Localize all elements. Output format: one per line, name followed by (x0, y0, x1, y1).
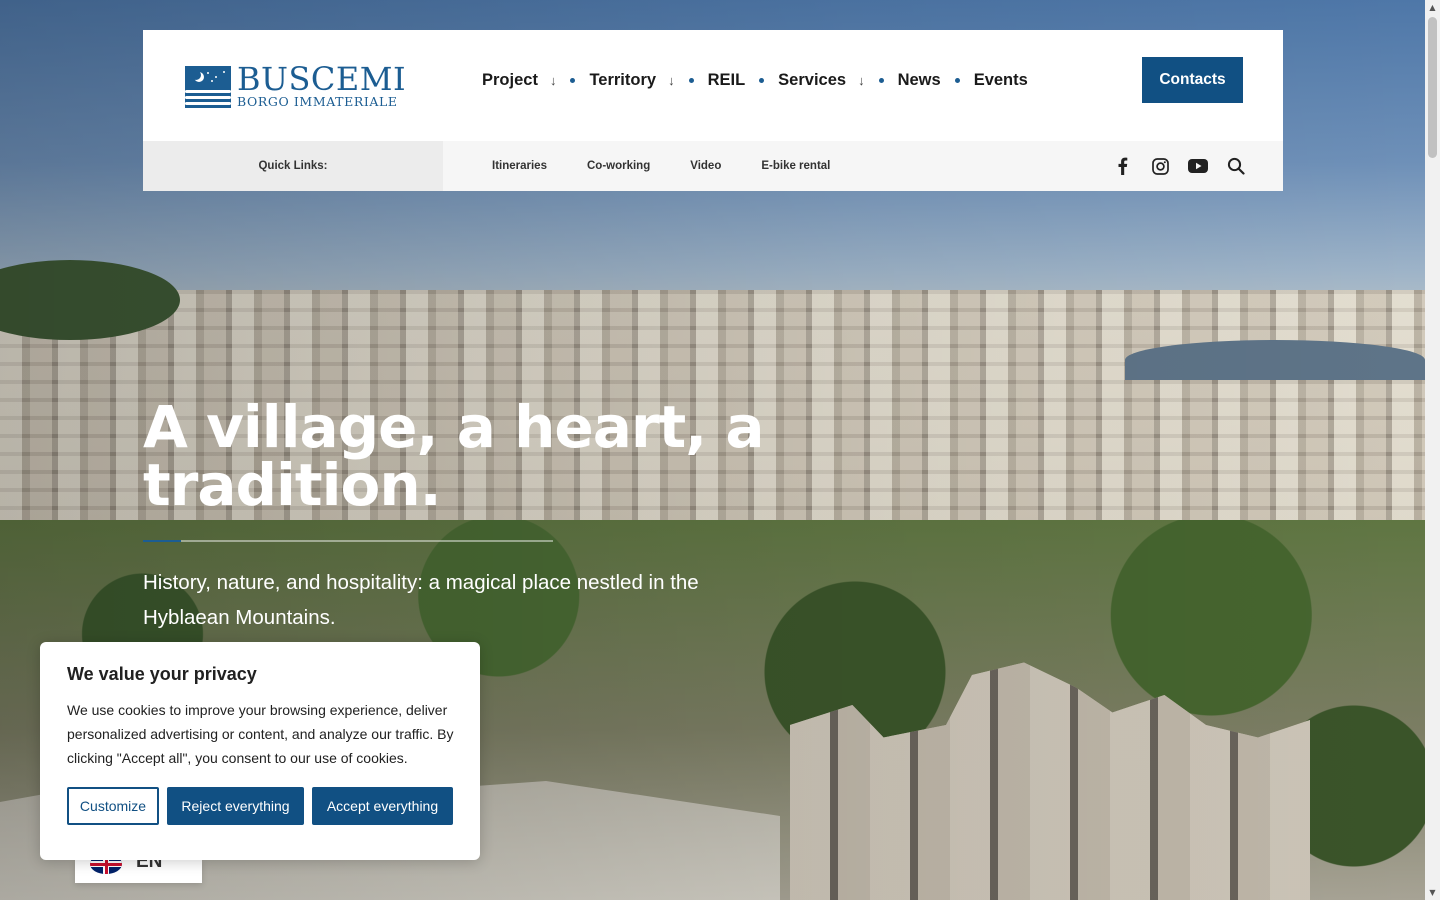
quick-link-video[interactable]: Video (690, 160, 721, 172)
quick-links-label: Quick Links: (143, 141, 443, 191)
logo-subtitle: BORGO IMMATERIALE (237, 94, 398, 109)
quick-link-e-bike-rental[interactable]: E-bike rental (761, 160, 830, 172)
nav-separator-dot (954, 77, 960, 83)
scroll-down-icon[interactable]: ▼ (1425, 885, 1440, 900)
nav-item-label: Territory (589, 70, 657, 89)
nav-item-events[interactable]: Events (974, 71, 1028, 90)
main-navigation: Project ↓ Territory ↓ REIL Services ↓ Ne… (482, 68, 1028, 92)
nav-item-project[interactable]: Project ↓ (482, 71, 556, 90)
youtube-icon[interactable] (1186, 154, 1210, 178)
logo-title: BUSCEMI (237, 60, 407, 98)
hero-divider (143, 540, 553, 542)
reject-all-button[interactable]: Reject everything (167, 787, 304, 825)
dropdown-arrow-icon: ↓ (549, 72, 557, 88)
quick-link-itineraries[interactable]: Itineraries (492, 160, 547, 172)
nav-item-label: Services (778, 70, 847, 89)
nav-separator-dot (570, 77, 576, 83)
nav-separator-dot (688, 77, 694, 83)
scrollbar-thumb[interactable] (1428, 17, 1437, 158)
quick-links-list: Itineraries Co-working Video E-bike rent… (492, 141, 870, 191)
nav-item-news[interactable]: News (898, 71, 941, 90)
nav-item-services[interactable]: Services ↓ (778, 71, 864, 90)
cookie-text: We use cookies to improve your browsing … (67, 702, 454, 766)
instagram-icon[interactable] (1148, 154, 1172, 178)
cookie-title: We value your privacy (67, 664, 257, 684)
site-logo[interactable]: BUSCEMI BORGO IMMATERIALE (185, 62, 406, 111)
dropdown-arrow-icon: ↓ (858, 72, 865, 88)
site-header: BUSCEMI BORGO IMMATERIALE Project ↓ Terr… (143, 30, 1283, 191)
nav-item-label: REIL (707, 70, 746, 89)
nav-item-label: Project (482, 70, 538, 89)
scroll-up-icon[interactable]: ▲ (1425, 0, 1440, 15)
nav-separator-dot (878, 77, 884, 83)
customize-button[interactable]: Customize (67, 787, 159, 825)
search-icon[interactable] (1224, 154, 1248, 178)
language-switcher[interactable]: EN ^ (75, 851, 202, 883)
contacts-button[interactable]: Contacts (1142, 57, 1243, 103)
nav-item-label: Events (973, 70, 1028, 89)
cookie-consent-dialog: We value your privacy We use cookies to … (40, 642, 480, 860)
nav-item-label: News (897, 70, 941, 89)
nav-item-reil[interactable]: REIL (708, 71, 746, 90)
page-scrollbar[interactable]: ▲ ▼ (1425, 0, 1440, 900)
quick-links-bar: Quick Links: Itineraries Co-working Vide… (143, 141, 1283, 191)
dropdown-arrow-icon: ↓ (668, 72, 675, 88)
social-links (1110, 154, 1248, 178)
logo-emblem-icon (185, 66, 231, 108)
hero-title: A village, a heart, a tradition. (143, 393, 765, 519)
hero-subtitle: History, nature, and hospitality: a magi… (143, 571, 699, 629)
nav-separator-dot (759, 77, 765, 83)
facebook-icon[interactable] (1110, 154, 1134, 178)
accept-all-button[interactable]: Accept everything (312, 787, 453, 825)
quick-link-co-working[interactable]: Co-working (587, 160, 650, 172)
nav-item-territory[interactable]: Territory ↓ (589, 71, 674, 90)
